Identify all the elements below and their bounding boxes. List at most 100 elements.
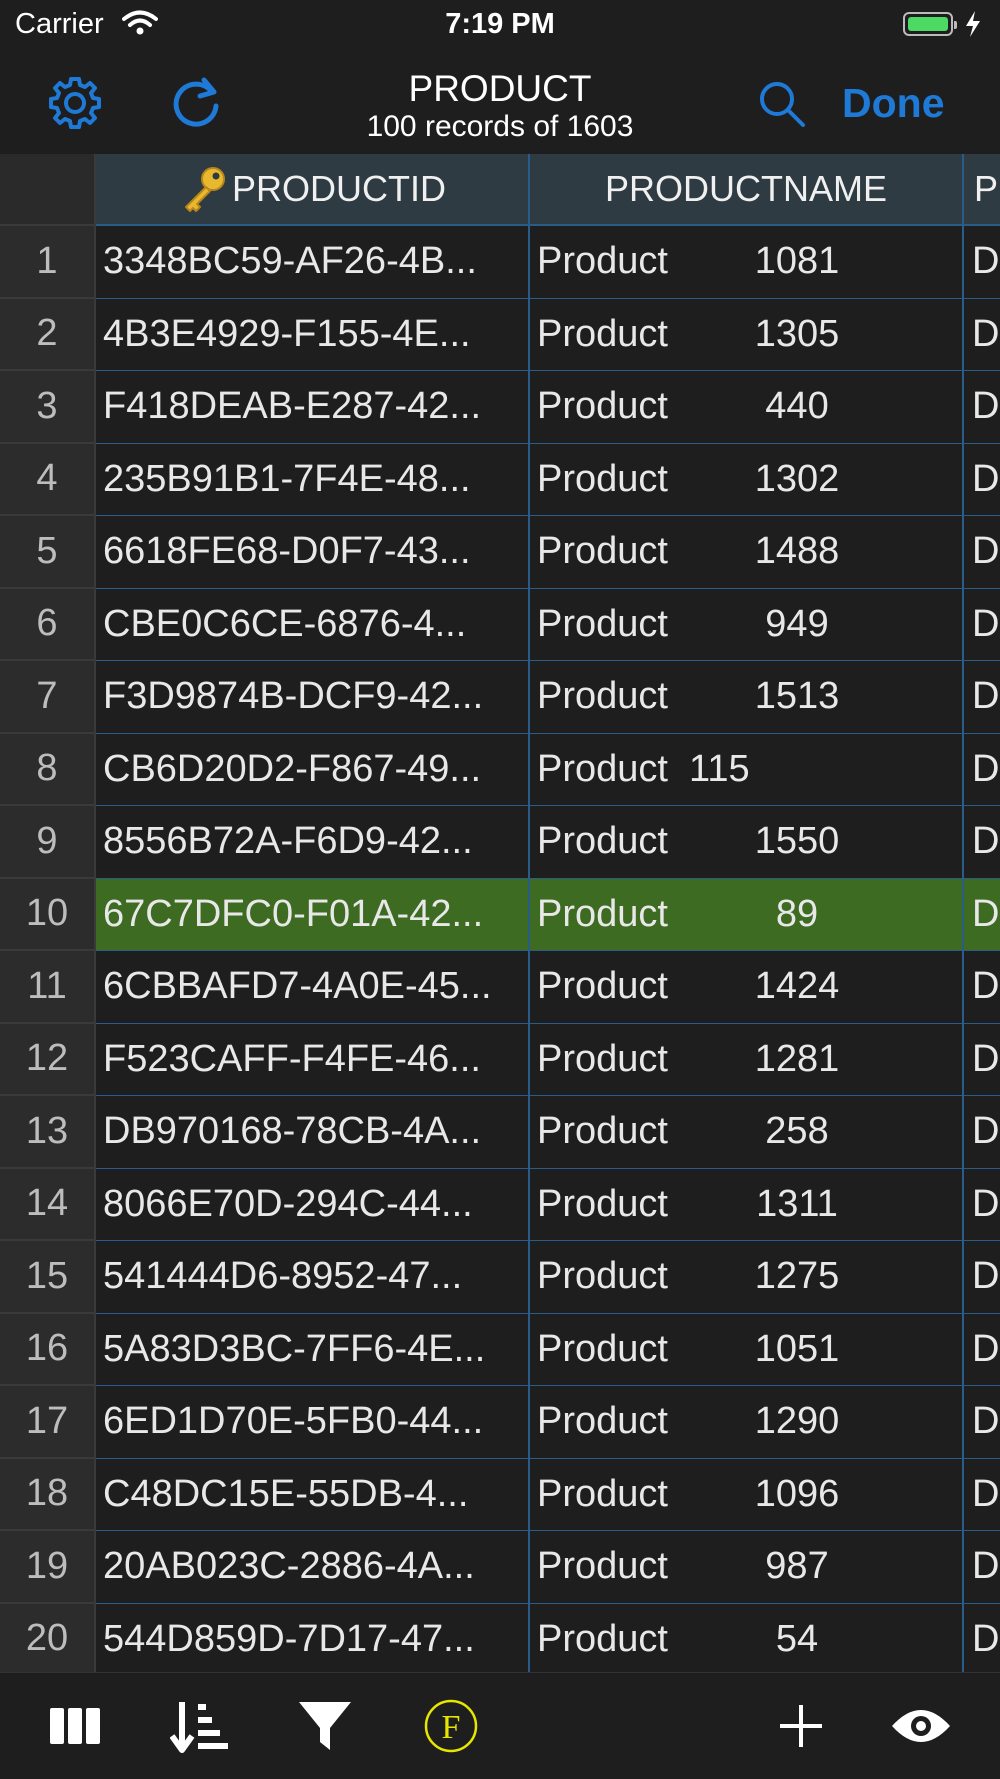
add-row-button[interactable] <box>768 1693 834 1759</box>
cell-next-column[interactable]: D <box>964 299 1000 371</box>
cell-productname[interactable]: Product 89 <box>530 878 964 951</box>
row-number[interactable]: 11 <box>0 951 96 1024</box>
cell-productid[interactable]: F418DEAB-E287-42... <box>96 371 530 444</box>
table-row[interactable]: 14 8066E70D-294C-44... Product 1311 D <box>0 1168 1000 1241</box>
row-number[interactable]: 5 <box>0 516 96 589</box>
table-row[interactable]: 19 20AB023C-2886-4A... Product 987 D <box>0 1531 1000 1604</box>
row-number[interactable]: 15 <box>0 1241 96 1314</box>
cell-productname[interactable]: Product 1081 <box>530 226 964 299</box>
cell-productname[interactable]: Product 1513 <box>530 661 964 734</box>
cell-next-column[interactable]: D <box>964 1096 1000 1169</box>
cell-productname[interactable]: Product 258 <box>530 1096 964 1169</box>
row-number[interactable]: 10 <box>0 878 96 951</box>
row-number[interactable]: 9 <box>0 806 96 879</box>
cell-productname[interactable]: Product 1281 <box>530 1023 964 1096</box>
cell-next-column[interactable]: D <box>964 878 1000 951</box>
filter-button[interactable] <box>292 1693 358 1759</box>
cell-next-column[interactable]: D <box>964 1531 1000 1604</box>
cell-productid[interactable]: 235B91B1-7F4E-48... <box>96 443 530 516</box>
cell-productid[interactable]: 67C7DFC0-F01A-42... <box>96 878 530 951</box>
done-button[interactable]: Done <box>842 72 945 134</box>
table-row[interactable]: 11 6CBBAFD7-4A0E-45... Product 1424 D <box>0 951 1000 1024</box>
cell-productid[interactable]: 8556B72A-F6D9-42... <box>96 806 530 879</box>
cell-next-column[interactable]: D <box>964 661 1000 734</box>
row-number[interactable]: 17 <box>0 1386 96 1459</box>
cell-next-column[interactable]: D <box>964 1386 1000 1459</box>
row-number[interactable]: 18 <box>0 1458 96 1531</box>
cell-productid[interactable]: F523CAFF-F4FE-46... <box>96 1023 530 1096</box>
cell-productid[interactable]: 6CBBAFD7-4A0E-45... <box>96 951 530 1024</box>
table-row[interactable]: 6 CBE0C6CE-6876-4... Product 949 D <box>0 588 1000 661</box>
columns-button[interactable] <box>42 1693 108 1759</box>
table-row[interactable]: 18 C48DC15E-55DB-4... Product 1096 D <box>0 1458 1000 1531</box>
cell-next-column[interactable]: D <box>964 734 1000 806</box>
cell-productid[interactable]: 20AB023C-2886-4A... <box>96 1531 530 1604</box>
table-row[interactable]: 12 F523CAFF-F4FE-46... Product 1281 D <box>0 1023 1000 1096</box>
table-row[interactable]: 7 F3D9874B-DCF9-42... Product 1513 D <box>0 661 1000 734</box>
cell-productname[interactable]: Product 1550 <box>530 806 964 879</box>
cell-next-column[interactable]: D <box>964 1604 1000 1673</box>
cell-next-column[interactable]: D <box>964 444 1000 516</box>
cell-productname[interactable]: Product 1302 <box>530 443 964 516</box>
cell-productname[interactable]: Product 1275 <box>530 1241 964 1314</box>
cell-next-column[interactable]: D <box>964 1169 1000 1241</box>
row-number[interactable]: 16 <box>0 1313 96 1386</box>
cell-productname[interactable]: Product 987 <box>530 1531 964 1604</box>
cell-next-column[interactable]: D <box>964 371 1000 444</box>
cell-next-column[interactable]: D <box>964 1024 1000 1096</box>
cell-productname[interactable]: Product 1290 <box>530 1386 964 1459</box>
cell-productname[interactable]: Product 115 <box>530 733 964 806</box>
cell-next-column[interactable]: D <box>964 1314 1000 1386</box>
table-row[interactable]: 2 4B3E4929-F155-4E... Product 1305 D <box>0 298 1000 371</box>
row-number[interactable]: 7 <box>0 661 96 734</box>
cell-productname[interactable]: Product 440 <box>530 371 964 444</box>
table-row[interactable]: 15 541444D6-8952-47... Product 1275 D <box>0 1241 1000 1314</box>
view-button[interactable] <box>888 1693 954 1759</box>
cell-productid[interactable]: 6618FE68-D0F7-43... <box>96 516 530 589</box>
cell-productid[interactable]: 8066E70D-294C-44... <box>96 1168 530 1241</box>
table-row[interactable]: 8 CB6D20D2-F867-49... Product 115 D <box>0 733 1000 806</box>
cell-productid[interactable]: C48DC15E-55DB-4... <box>96 1458 530 1531</box>
row-number[interactable]: 14 <box>0 1168 96 1241</box>
cell-next-column[interactable]: D <box>964 516 1000 589</box>
row-number[interactable]: 19 <box>0 1531 96 1604</box>
cell-productname[interactable]: Product 1488 <box>530 516 964 589</box>
row-number[interactable]: 20 <box>0 1603 96 1672</box>
cell-productid[interactable]: 5A83D3BC-7FF6-4E... <box>96 1313 530 1386</box>
column-header-productid[interactable]: PRODUCTID <box>96 154 530 226</box>
row-number[interactable]: 12 <box>0 1023 96 1096</box>
table-row[interactable]: 13 DB970168-78CB-4A... Product 258 D <box>0 1096 1000 1169</box>
table-row[interactable]: 16 5A83D3BC-7FF6-4E... Product 1051 D <box>0 1313 1000 1386</box>
row-number[interactable]: 13 <box>0 1096 96 1169</box>
cell-next-column[interactable]: D <box>964 1459 1000 1531</box>
row-number[interactable]: 6 <box>0 588 96 661</box>
row-number[interactable]: 4 <box>0 443 96 516</box>
table-row[interactable]: 5 6618FE68-D0F7-43... Product 1488 D <box>0 516 1000 589</box>
cell-productid[interactable]: 4B3E4929-F155-4E... <box>96 298 530 371</box>
table-row[interactable]: 17 6ED1D70E-5FB0-44... Product 1290 D <box>0 1386 1000 1459</box>
cell-productid[interactable]: CB6D20D2-F867-49... <box>96 733 530 806</box>
table-row[interactable]: 1 3348BC59-AF26-4B... Product 1081 D <box>0 226 1000 299</box>
cell-productid[interactable]: 541444D6-8952-47... <box>96 1241 530 1314</box>
cell-productname[interactable]: Product 54 <box>530 1603 964 1672</box>
cell-productname[interactable]: Product 949 <box>530 588 964 661</box>
table-row[interactable]: 10 67C7DFC0-F01A-42... Product 89 D <box>0 878 1000 951</box>
table-row[interactable]: 3 F418DEAB-E287-42... Product 440 D <box>0 371 1000 444</box>
cell-productid[interactable]: CBE0C6CE-6876-4... <box>96 588 530 661</box>
row-number[interactable]: 2 <box>0 298 96 371</box>
row-number[interactable]: 8 <box>0 733 96 806</box>
cell-productname[interactable]: Product 1096 <box>530 1458 964 1531</box>
cell-productname[interactable]: Product 1311 <box>530 1168 964 1241</box>
cell-productname[interactable]: Product 1424 <box>530 951 964 1024</box>
row-number[interactable]: 1 <box>0 226 96 299</box>
cell-next-column[interactable]: D <box>964 951 1000 1024</box>
cell-productid[interactable]: 6ED1D70E-5FB0-44... <box>96 1386 530 1459</box>
sort-button[interactable] <box>168 1693 234 1759</box>
row-number[interactable]: 3 <box>0 371 96 444</box>
table-row[interactable]: 4 235B91B1-7F4E-48... Product 1302 D <box>0 443 1000 516</box>
search-button[interactable] <box>752 74 812 134</box>
cell-productid[interactable]: 544D859D-7D17-47... <box>96 1603 530 1672</box>
cell-next-column[interactable]: D <box>964 1241 1000 1314</box>
column-header-productname[interactable]: PRODUCTNAME <box>530 154 964 226</box>
cell-next-column[interactable]: D <box>964 226 1000 299</box>
